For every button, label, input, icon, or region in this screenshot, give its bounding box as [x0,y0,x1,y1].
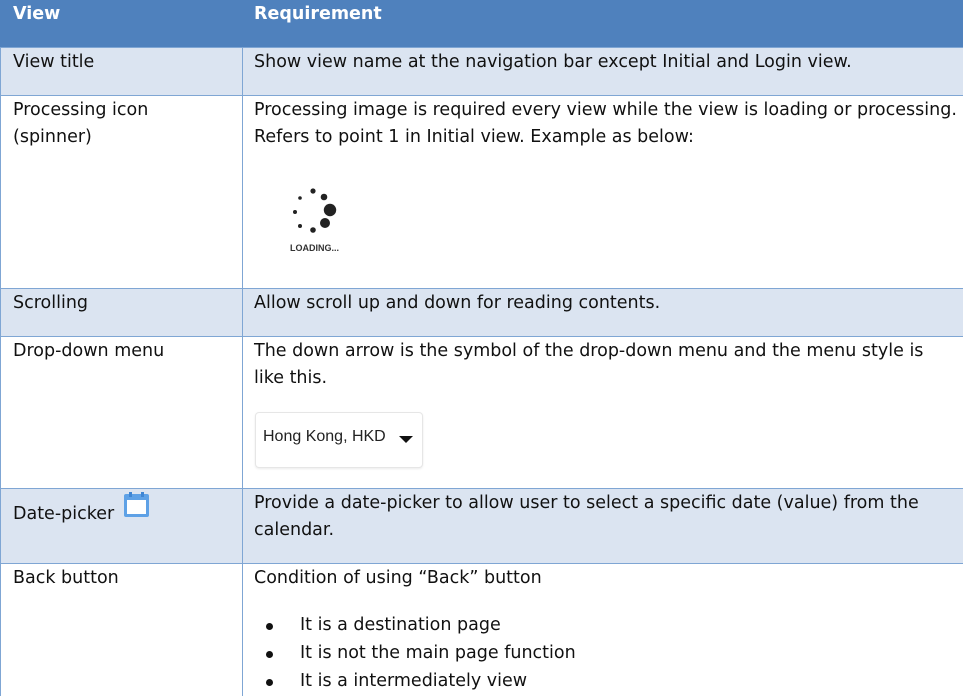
currency-dropdown-example[interactable]: Hong Kong, HKD [255,412,423,468]
spinner-dot [323,203,337,217]
table-row: Processing icon (spinner) Processing ima… [0,95,963,288]
spinner-dot [320,193,328,201]
calendar-icon [123,491,150,518]
row-requirement-line2: calendar. [254,520,335,540]
row-requirement: Provide a date-picker to allow user to s… [254,493,919,513]
requirements-table: View Requirement View title Show view na… [0,0,963,696]
bullet-text: It is not the main page function [300,643,576,663]
table-row: View title Show view name at the navigat… [0,47,963,95]
caret-down-icon [399,436,413,443]
spinner-dot [310,188,316,194]
spinner-dot [293,210,297,214]
row-requirement: Processing image is required every view … [254,100,957,120]
column-divider [242,47,243,696]
row-requirement: Show view name at the navigation bar exc… [254,52,852,72]
table-header: View Requirement [0,0,963,47]
table-row: Drop-down menu The down arrow is the sym… [0,336,963,488]
spinner-dot [320,218,330,228]
row-view: Processing icon [13,100,149,120]
header-requirement: Requirement [254,4,382,24]
table-left-border [0,47,1,696]
row-view: Scrolling [13,293,89,313]
row-requirement: Allow scroll up and down for reading con… [254,293,661,313]
loading-spinner-image: LOADING... [285,185,345,255]
row-view: View title [13,52,95,72]
spinner-dot [310,227,316,233]
row-requirement-line2: Refers to point 1 in Initial view. Examp… [254,127,694,147]
spinner-dot [298,224,302,228]
row-view: Drop-down menu [13,341,165,361]
row-view-line2: (spinner) [13,127,92,147]
loading-caption: LOADING... [290,243,339,253]
dropdown-value: Hong Kong, HKD [263,428,386,445]
table-row: Scrolling Allow scroll up and down for r… [0,288,963,336]
bullet-text: It is a destination page [300,615,501,635]
row-requirement-line2: like this. [254,368,328,388]
bullet-text: It is a intermediately view [300,671,528,691]
spinner-dot [298,196,302,200]
row-view: Back button [13,568,119,588]
row-requirement: The down arrow is the symbol of the drop… [254,341,924,361]
header-view: View [13,4,61,24]
row-requirement: Condition of using “Back” button [254,568,542,588]
